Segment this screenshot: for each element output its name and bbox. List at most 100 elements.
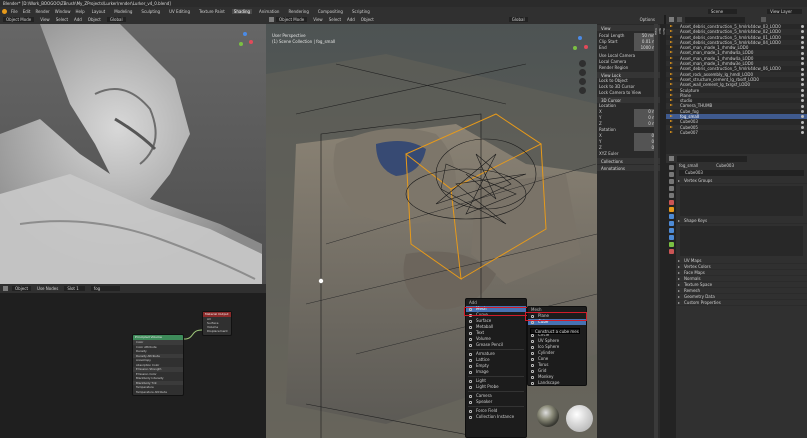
output-tab-icon[interactable]	[668, 179, 674, 184]
gizmo-y-axis-icon[interactable]	[573, 46, 577, 50]
options-dropdown[interactable]: Options	[640, 17, 655, 22]
vertex-groups-list[interactable]	[680, 186, 803, 216]
render-tab-icon[interactable]	[668, 172, 674, 177]
hand-pan-icon[interactable]	[579, 69, 586, 76]
menu-window[interactable]: Window	[55, 9, 71, 14]
visibility-eye-icon[interactable]	[801, 51, 804, 55]
shape-keys-panel[interactable]: Shape Keys	[676, 218, 807, 224]
visibility-eye-icon[interactable]	[801, 94, 804, 98]
slot-dropdown[interactable]: Slot 1	[64, 286, 85, 291]
menu-object[interactable]: Object	[361, 17, 374, 22]
navigation-gizmo[interactable]	[571, 36, 589, 54]
menu-add[interactable]: Add	[74, 17, 82, 22]
perspective-toggle-icon[interactable]	[579, 87, 586, 94]
tab-view[interactable]: View	[654, 24, 658, 438]
view-layer-tab-icon[interactable]	[668, 186, 674, 191]
menu-select[interactable]: Select	[56, 17, 68, 22]
add-menu-item-light-probe[interactable]: Light Probe	[466, 384, 526, 390]
visibility-eye-icon[interactable]	[801, 88, 804, 92]
visibility-eye-icon[interactable]	[801, 67, 804, 71]
outliner-search-input[interactable]	[685, 16, 745, 23]
tool-tab-icon[interactable]	[668, 165, 674, 170]
tab-tool[interactable]: Tool	[658, 24, 662, 438]
world-tab-icon[interactable]	[668, 200, 674, 205]
shape-keys-list[interactable]	[680, 226, 803, 256]
visibility-eye-icon[interactable]	[801, 83, 804, 87]
properties-search-input[interactable]	[677, 155, 747, 162]
workspace-tab-sculpting[interactable]: Sculpting	[139, 9, 162, 14]
visibility-eye-icon[interactable]	[801, 72, 804, 76]
menu-view[interactable]: View	[40, 17, 50, 22]
visibility-eye-icon[interactable]	[801, 56, 804, 60]
orientation-dropdown[interactable]: Global	[106, 17, 126, 22]
visibility-eye-icon[interactable]	[801, 115, 804, 119]
menu-object[interactable]: Object	[88, 17, 101, 22]
add-menu-item-collection-instance[interactable]: Collection Instance	[466, 414, 526, 420]
material-tab-icon[interactable]	[668, 249, 674, 254]
navigation-gizmo[interactable]	[236, 32, 254, 50]
visibility-eye-icon[interactable]	[801, 35, 804, 39]
vertex-groups-panel[interactable]: Vertex Groups	[676, 178, 807, 184]
material-field[interactable]: fog	[90, 286, 121, 291]
gizmo-y-axis-icon[interactable]	[239, 42, 243, 46]
visibility-eye-icon[interactable]	[801, 62, 804, 66]
scene-tab-icon[interactable]	[668, 193, 674, 198]
editor-type-icon[interactable]	[669, 156, 674, 161]
add-menu-item-speaker[interactable]: Speaker	[466, 399, 526, 405]
visibility-eye-icon[interactable]	[801, 120, 804, 124]
gizmo-x-axis-icon[interactable]	[584, 45, 588, 49]
display-mode-icon[interactable]	[677, 17, 682, 22]
filter-icon[interactable]	[761, 17, 766, 22]
editor-type-icon[interactable]	[3, 286, 8, 291]
object-tab-icon[interactable]	[668, 207, 674, 212]
menu-edit[interactable]: Edit	[23, 9, 31, 14]
workspace-tab-scripting[interactable]: Scripting	[350, 9, 372, 14]
3d-cursor-panel-header[interactable]: 3D Cursor	[597, 96, 660, 103]
orientation-dropdown[interactable]: Global	[508, 17, 528, 22]
view-panel-header[interactable]: View	[597, 24, 660, 31]
custom-properties-panel[interactable]: Custom Properties	[676, 300, 807, 306]
data-tab-icon[interactable]	[668, 242, 674, 247]
workspace-tab-shading[interactable]: Shading	[231, 8, 253, 14]
constraints-tab-icon[interactable]	[668, 235, 674, 240]
editor-type-icon[interactable]	[269, 17, 274, 22]
visibility-eye-icon[interactable]	[801, 104, 804, 108]
workspace-tab-uv-editing[interactable]: UV Editing	[167, 9, 192, 14]
use-nodes-checkbox[interactable]: Use Nodes	[37, 286, 58, 291]
view-end-field[interactable]: End 1000 m	[597, 45, 660, 51]
physics-tab-icon[interactable]	[668, 228, 674, 233]
menu-render[interactable]: Render	[35, 9, 49, 14]
gizmo-x-axis-icon[interactable]	[249, 40, 253, 44]
mesh-item-landscape[interactable]: Landscape	[528, 380, 586, 385]
view-layer-selector[interactable]: View Layer	[767, 8, 802, 14]
mesh-data-field[interactable]: Cube003	[679, 170, 804, 176]
object-type-dropdown[interactable]: Object	[12, 286, 32, 291]
outliner-row[interactable]: Cube007	[666, 130, 807, 135]
visibility-eye-icon[interactable]	[801, 99, 804, 103]
visibility-eye-icon[interactable]	[801, 25, 804, 29]
particles-tab-icon[interactable]	[668, 221, 674, 226]
workspace-tab-compositing[interactable]: Compositing	[316, 9, 345, 14]
zoom-icon[interactable]	[579, 60, 586, 67]
gizmo-z-axis-icon[interactable]	[243, 32, 247, 36]
workspace-tab-layout[interactable]: Layout	[90, 9, 108, 14]
menu-help[interactable]: Help	[75, 9, 84, 14]
collections-panel-header[interactable]: Collections	[597, 157, 660, 164]
workspace-tab-animation[interactable]: Animation	[257, 9, 281, 14]
node-editor-canvas[interactable]: Principled Volume Color Color Attribute De…	[0, 293, 266, 438]
menu-view[interactable]: View	[313, 17, 323, 22]
visibility-eye-icon[interactable]	[801, 78, 804, 82]
mode-dropdown[interactable]: Object Mode	[3, 17, 35, 22]
hdri-preview-sphere[interactable]	[537, 405, 559, 427]
mode-dropdown[interactable]: Object Mode	[276, 17, 308, 22]
modifier-tab-icon[interactable]	[668, 214, 674, 219]
add-menu-item-grease-pencil[interactable]: Grease Pencil	[466, 342, 526, 348]
visibility-eye-icon[interactable]	[801, 41, 804, 45]
camera-view-icon[interactable]	[579, 78, 586, 85]
visibility-eye-icon[interactable]	[801, 46, 804, 50]
workspace-tab-rendering[interactable]: Rendering	[286, 9, 310, 14]
menu-file[interactable]: File	[11, 9, 18, 14]
add-menu-item-image[interactable]: Image	[466, 369, 526, 375]
blender-logo-icon[interactable]	[2, 8, 7, 14]
gizmo-z-axis-icon[interactable]	[578, 36, 582, 40]
